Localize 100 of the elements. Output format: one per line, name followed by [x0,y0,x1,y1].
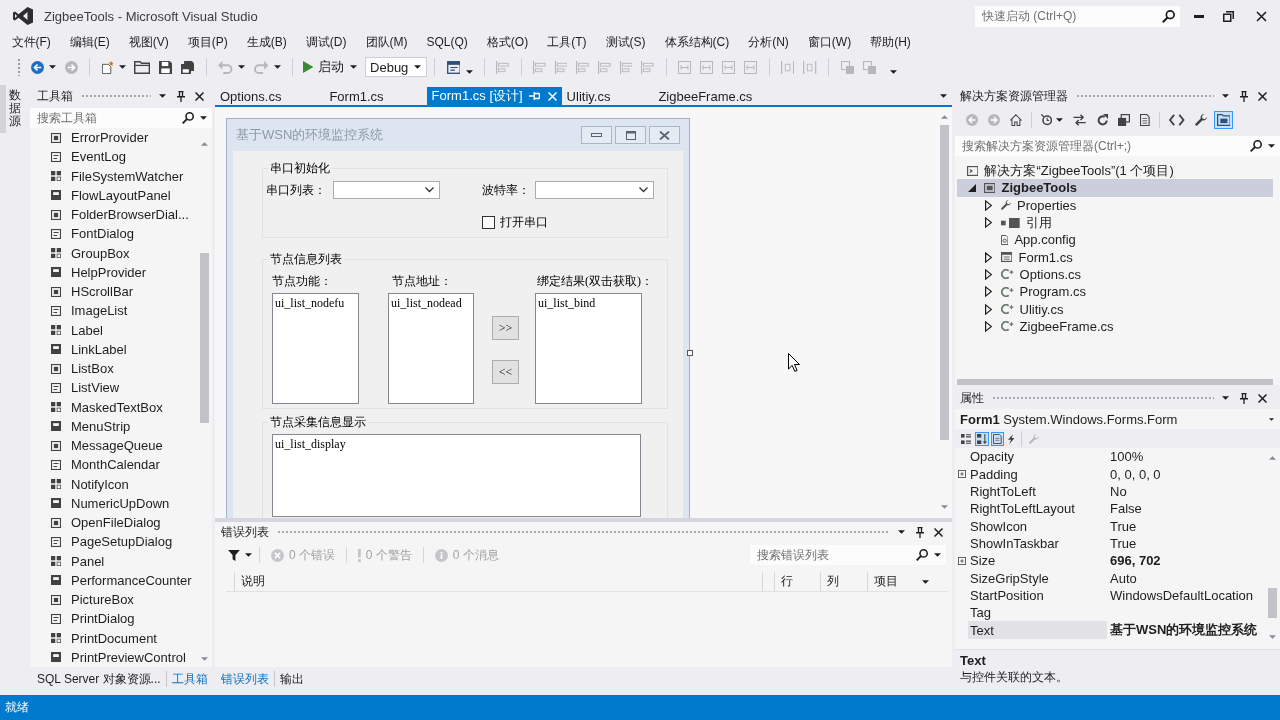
toolbox-item[interactable]: OpenFileDialog [30,513,197,533]
tree-item[interactable]: Options.cs [957,265,1273,284]
window-icon[interactable] [446,60,461,74]
document-tab[interactable]: Options.cs [215,87,325,105]
property-name[interactable]: RightToLeftLayout [968,500,1107,518]
pin-icon[interactable] [1240,392,1248,404]
toolbox-item[interactable]: PrintDialog [30,609,197,629]
resize-handle[interactable] [687,350,693,356]
scrollbar-thumb[interactable] [1267,588,1277,618]
search-field[interactable]: 搜索工具箱 [30,108,212,128]
tree-item[interactable]: Program.cs [957,283,1273,301]
property-name[interactable]: StartPosition [968,586,1107,605]
toolbox-item[interactable]: EventLog [30,147,197,167]
menu-item[interactable]: 格式(O) [477,32,538,52]
property-name[interactable]: Padding [968,465,1107,483]
tree-item[interactable]: 引用 [957,213,1273,232]
expander-arrow-icon[interactable] [985,217,992,229]
menu-item[interactable]: 生成(B) [237,32,297,52]
menu-item[interactable]: 测试(S) [596,32,655,52]
column-header[interactable]: 项目 [868,572,948,591]
scrollbar-thumb[interactable] [957,378,1273,385]
panel-tab[interactable]: SQL Server 对象资源... [32,671,166,687]
scroll-up-arrow-icon[interactable] [940,115,948,119]
search-icon[interactable] [1250,140,1262,152]
list-box[interactable]: ui_list_nodefu [272,293,359,404]
dropdown-arrow-icon[interactable] [1056,118,1064,122]
expander-arrow-icon[interactable] [985,199,992,211]
object-selector[interactable]: Form1 System.Windows.Forms.Form [955,409,1280,429]
dropdown-arrow-icon[interactable] [350,65,358,69]
property-name[interactable]: RightToLeft [968,482,1107,501]
dropdown-arrow-icon[interactable] [940,94,947,98]
plus-box-icon[interactable] [958,556,966,565]
menu-item[interactable]: 帮助(H) [860,32,921,52]
scroll-down-arrow-icon[interactable] [201,657,208,661]
dropdown-arrow-icon[interactable] [159,94,166,98]
expander-arrow-icon[interactable] [985,320,992,332]
chevron-down-icon[interactable] [425,187,434,193]
menu-item[interactable]: 视图(V) [119,32,179,52]
property-value[interactable]: Auto [1107,570,1137,586]
property-name[interactable]: SizeGripStyle [968,569,1107,587]
scroll-down-arrow-icon[interactable] [940,505,948,509]
start-button[interactable]: 启动 [299,56,361,78]
expander-arrow-icon[interactable] [985,303,992,315]
search-icon[interactable] [916,549,928,561]
scrollbar-thumb[interactable] [939,125,949,440]
toolbox-item[interactable]: FileSystemWatcher [30,166,197,186]
maximize-button[interactable] [615,126,646,144]
toolbox-item[interactable]: GroupBox [30,243,197,263]
toolbox-item[interactable]: ErrorProvider [30,128,197,148]
property-name[interactable]: ShowInTaskbar [968,534,1107,553]
toolbox-item[interactable]: PageSetupDialog [30,532,197,552]
form-window[interactable]: 基于WSN的环境监控系统 串口初始化 串口列表： 波特率： 打开串口 节点信息列表 节点功能： ui_list_nodefu 节点地址： ui_list_nodead >> << 绑定结果(双击获取)： ui_list_bind 节点采集信息显示 ui_list_display [226,118,690,518]
toolbox-item[interactable]: PrintPreviewControl [30,647,197,667]
search-field[interactable]: 搜索解决方案资源管理器(Ctrl+;) [955,136,1280,156]
expander-arrow-icon[interactable] [985,251,992,263]
menu-item[interactable]: 调试(D) [296,32,356,52]
back-arrow-icon[interactable] [30,60,44,74]
pin-icon[interactable] [1240,90,1248,102]
toolbox-item[interactable]: LinkLabel [30,339,197,359]
transfer-button[interactable]: >> [492,316,519,340]
search-icon[interactable] [1162,9,1175,23]
page-star-icon[interactable] [101,60,114,74]
expander-arrow-icon[interactable] [967,183,976,192]
dropdown-arrow-icon[interactable] [1222,396,1229,400]
expander-arrow-icon[interactable] [985,286,992,298]
panel-tab[interactable]: 输出 [274,671,309,687]
menu-item[interactable]: 文件(F) [2,32,61,52]
close-icon[interactable] [1258,393,1267,403]
close-icon[interactable] [1258,91,1267,101]
toolbox-item[interactable]: FlowLayoutPanel [30,185,197,205]
property-value[interactable]: 0, 0, 0, 0 [1107,466,1161,482]
toolbox-item[interactable]: Panel [30,551,197,571]
toolbox-item[interactable]: HelpProvider [30,262,197,282]
dropdown-arrow-icon[interactable] [414,65,422,69]
property-name[interactable]: Tag [968,604,1107,622]
dropdown-arrow-icon[interactable] [1222,94,1229,98]
property-value[interactable]: 100% [1107,449,1144,465]
scroll-down-arrow-icon[interactable] [1268,635,1276,639]
toolbar-button[interactable] [1007,111,1025,129]
toolbar-button[interactable] [959,432,973,446]
dropdown-arrow-icon[interactable] [934,553,941,557]
chevron-down-icon[interactable] [639,187,648,193]
save-all-icon[interactable] [181,60,195,74]
pin-icon[interactable] [916,526,924,538]
column-header[interactable]: 列 [821,572,868,591]
panel-tab[interactable]: 工具箱 [165,671,213,687]
column-header[interactable]: 说明 [235,572,763,591]
dropdown-arrow-icon[interactable] [245,553,252,557]
list-box[interactable]: ui_list_nodead [388,293,474,404]
menu-item[interactable]: 编辑(E) [60,32,120,52]
dropdown-arrow-icon[interactable] [1269,417,1274,421]
tree-item[interactable]: Form1.cs [957,248,1273,266]
toolbar-button[interactable] [991,432,1004,446]
property-value[interactable]: WindowsDefaultLocation [1107,587,1254,603]
toolbar-button[interactable] [1213,111,1234,129]
scroll-up-arrow-icon[interactable] [1268,456,1276,460]
menu-item[interactable]: 项目(P) [178,32,238,52]
property-value[interactable]: False [1107,501,1142,517]
menu-item[interactable]: 体系结构(C) [655,32,739,52]
tree-item[interactable]: ZigbeeTools [957,179,1273,197]
